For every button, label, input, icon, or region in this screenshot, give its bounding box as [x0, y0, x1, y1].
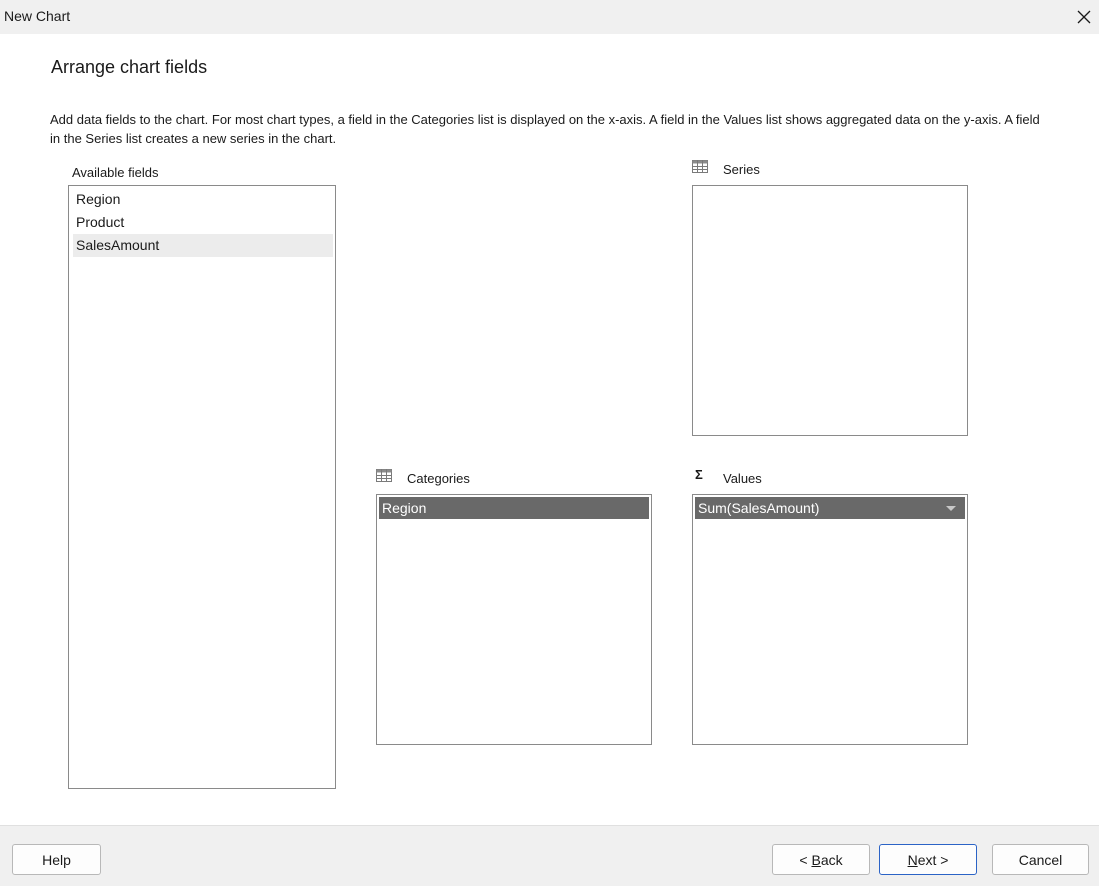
cancel-button[interactable]: Cancel: [992, 844, 1089, 875]
table-icon: [692, 160, 708, 173]
series-label: Series: [723, 162, 760, 177]
help-button[interactable]: Help: [12, 844, 101, 875]
back-button-label: < Back: [799, 851, 843, 868]
values-label: Values: [723, 471, 762, 486]
close-button[interactable]: [1069, 0, 1099, 34]
category-field-label: Region: [382, 500, 427, 516]
next-button[interactable]: Next >: [879, 844, 977, 875]
page-title: Arrange chart fields: [51, 57, 208, 77]
cancel-button-label: Cancel: [1018, 851, 1063, 868]
list-item[interactable]: Product: [74, 211, 333, 234]
value-field-label: Sum(SalesAmount): [698, 500, 820, 516]
categories-list[interactable]: Region: [376, 494, 652, 745]
available-fields-label: Available fields: [72, 165, 159, 180]
categories-label: Categories: [407, 471, 470, 486]
window-title: New Chart: [4, 8, 71, 24]
help-button-label: Help: [42, 851, 71, 868]
title-bar: New Chart: [0, 0, 1099, 34]
list-item[interactable]: SalesAmount: [73, 234, 333, 257]
close-icon: [1077, 10, 1091, 24]
list-item[interactable]: Region: [74, 188, 333, 211]
next-button-label: Next >: [907, 851, 949, 868]
page-description: Add data fields to the chart. For most c…: [50, 112, 1040, 146]
chevron-down-icon[interactable]: [946, 506, 956, 511]
back-button[interactable]: < Back: [772, 844, 870, 875]
table-icon: [376, 469, 392, 482]
sigma-icon: Σ: [695, 467, 703, 482]
series-list[interactable]: [692, 185, 968, 436]
category-field-region[interactable]: Region: [379, 497, 649, 519]
value-field-sum-salesamount[interactable]: Sum(SalesAmount): [695, 497, 965, 519]
available-fields-list[interactable]: Region Product SalesAmount: [68, 185, 336, 789]
values-list[interactable]: Sum(SalesAmount): [692, 494, 968, 745]
